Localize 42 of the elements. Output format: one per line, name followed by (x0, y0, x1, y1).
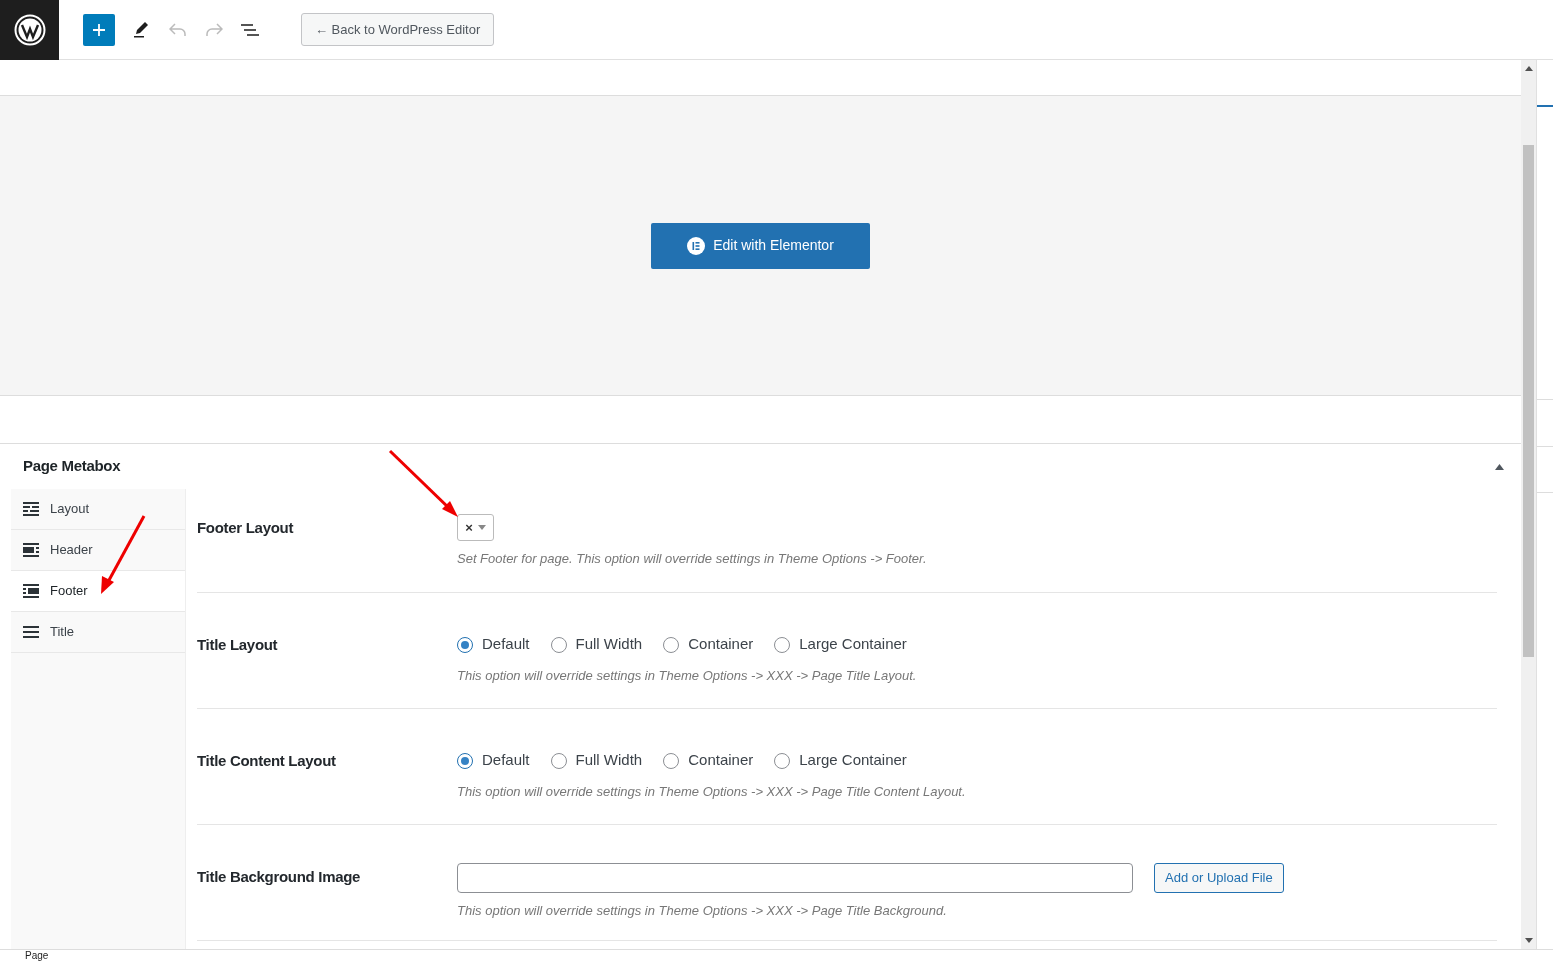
back-to-editor-button[interactable]: ← Back to WordPress Editor (301, 13, 495, 46)
scroll-down-arrow-icon[interactable] (1524, 938, 1533, 943)
title-lines-icon (23, 624, 39, 640)
dropdown-caret-icon (477, 525, 486, 530)
plus-icon (92, 22, 106, 37)
radio-option[interactable]: Full Width (550, 749, 643, 772)
add-block-button[interactable] (83, 13, 115, 46)
radio-option[interactable]: Large Container (774, 633, 907, 656)
field-description: This option will override settings in Theme Options -> XXX -> Page Title Background. (457, 902, 948, 920)
radio-option[interactable]: Default (457, 749, 530, 772)
radio-option[interactable]: Container (663, 749, 754, 772)
annotation-arrow (388, 449, 460, 519)
footer-lines-icon (23, 583, 39, 599)
radio-option[interactable]: Large Container (774, 749, 907, 772)
field-description: Set Footer for page. This option will override settings in Theme Options -> Footer. (457, 550, 927, 568)
scrollbar[interactable] (1521, 60, 1536, 949)
scroll-up-arrow-icon[interactable] (1524, 66, 1533, 71)
field-label: Footer Layout (197, 518, 295, 538)
field-label: Title Content Layout (197, 751, 337, 771)
wordpress-logo[interactable] (0, 0, 59, 60)
edit-with-elementor-button[interactable]: Edit with Elementor (651, 222, 870, 269)
list-view-icon[interactable] (241, 22, 259, 37)
upload-file-button[interactable]: Add or Upload File (1154, 863, 1284, 893)
layout-lines-icon (23, 501, 39, 517)
field-description: This option will override settings in Theme Options -> XXX -> Page Title Content Layout. (457, 783, 966, 801)
header-lines-icon (23, 542, 39, 558)
metabox-title: Page Metabox (23, 456, 121, 477)
image-url-field[interactable] (457, 863, 1133, 893)
field-label: Title Background Image (197, 867, 362, 887)
elementor-logo-icon (687, 236, 706, 255)
collapse-toggle-icon[interactable] (1495, 463, 1504, 470)
pencil-icon[interactable] (133, 20, 149, 39)
breadcrumb[interactable]: Page (25, 950, 49, 962)
radio-option[interactable]: Container (663, 633, 754, 656)
radio-option[interactable]: Full Width (550, 633, 643, 656)
metabox-tab[interactable]: Title (11, 612, 185, 653)
metabox-tab[interactable]: Layout (11, 489, 185, 530)
radio-option[interactable]: Default (457, 633, 530, 656)
metabox-tab[interactable]: Footer (11, 571, 185, 612)
footer-select[interactable]: × (457, 514, 494, 541)
field-description: This option will override settings in Theme Options -> XXX -> Page Title Layout. (457, 667, 917, 685)
field-label: Title Layout (197, 635, 279, 655)
